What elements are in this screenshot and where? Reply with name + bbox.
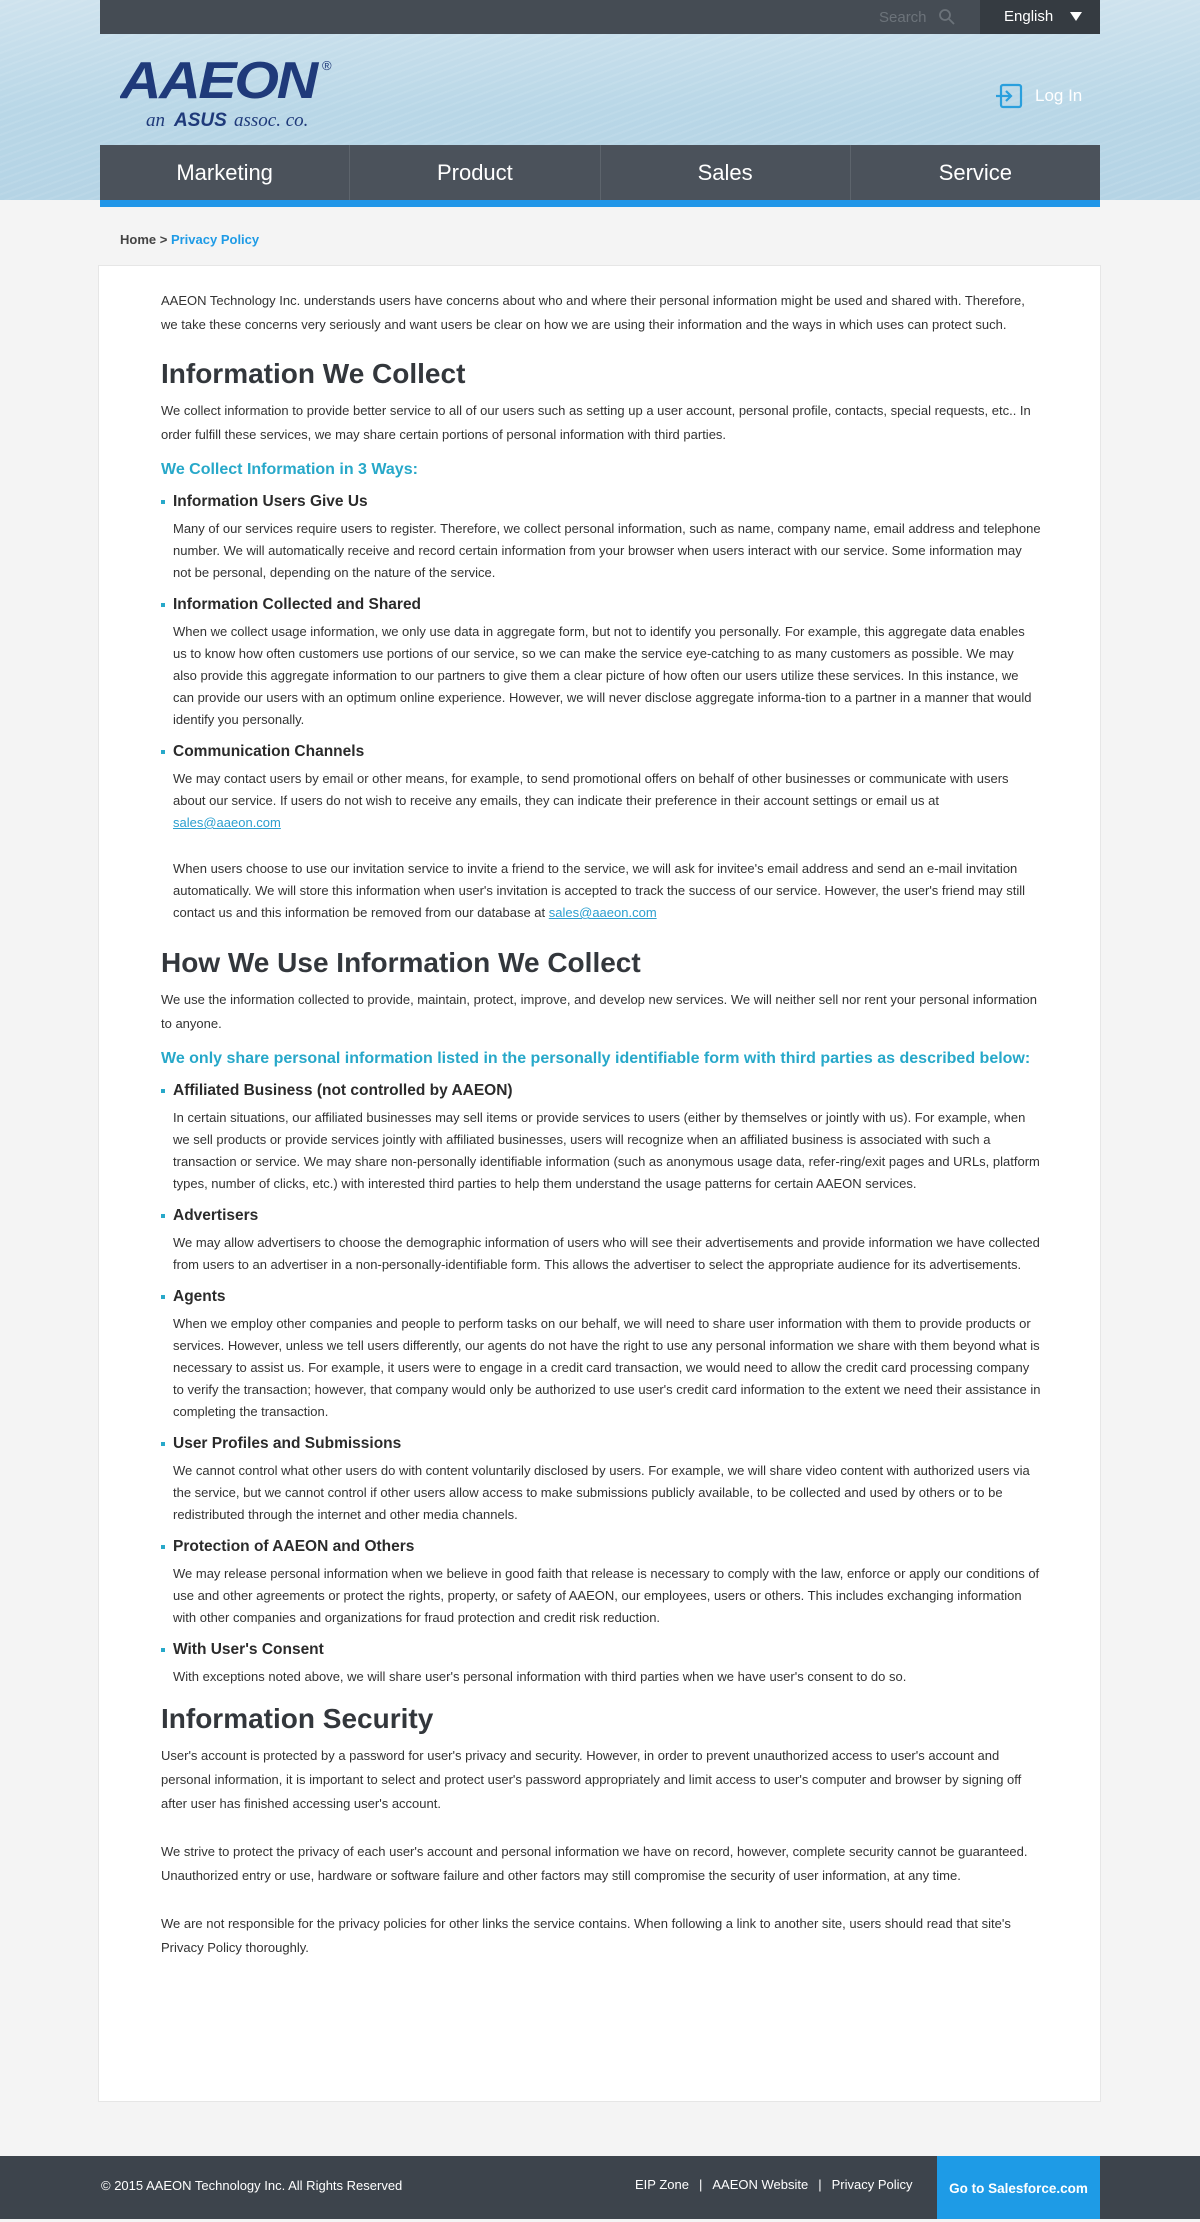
breadcrumb-home[interactable]: Home [120,232,156,247]
caret-down-icon [1070,12,1082,21]
search-icon[interactable] [938,8,956,26]
security-heading: Information Security [161,1703,434,1734]
invite-paragraph: When users choose to use our invitation … [161,858,1041,924]
footer-separator: | [818,2177,822,2192]
list-item-title: Agents [161,1286,1041,1308]
list-item-title: Information Collected and Shared [161,594,1041,616]
bullet [161,1545,165,1549]
nav-accent-bar [100,200,1100,207]
bullet [161,603,165,607]
footer-copyright: © 2015 AAEON Technology Inc. All Rights … [101,2178,403,2193]
communication-text: We may contact users by email or other m… [173,771,1009,808]
svg-text:ASUS: ASUS [173,110,227,131]
email-link[interactable]: sales@aaeon.com [173,815,281,830]
list-item-body: When we collect usage information, we on… [173,624,1032,727]
list-item-body: Many of our services require users to re… [173,521,1041,580]
nav-item-service[interactable]: Service [851,145,1100,200]
footer-separator: | [698,2177,703,2192]
logo[interactable]: AAEON ® an ASUS assoc. co. [118,52,340,136]
svg-text:®: ® [322,58,332,73]
list-item-title: With User's Consent [161,1639,1041,1661]
policy-content: AAEON Technology Inc. understands users … [161,289,1041,1960]
svg-text:an: an [146,110,165,131]
collect-heading: Information We Collect [161,358,466,389]
list-item-body: In certain situations, our affiliated bu… [173,1110,1040,1191]
footer-link-aaeon-website[interactable]: AAEON Website [712,2177,808,2192]
search-input[interactable]: Search [879,9,927,26]
login-icon [995,83,1023,109]
breadcrumb-separator: > [156,232,171,247]
list-item-title: Protection of AAEON and Others [161,1536,1041,1558]
bullet [161,1214,165,1218]
use-subheading: We only share personal information liste… [161,1050,1031,1067]
intro-paragraph: AAEON Technology Inc. understands users … [161,293,1025,332]
use-heading: How We Use Information We Collect [161,947,641,978]
salesforce-button[interactable]: Go to Salesforce.com [937,2156,1100,2219]
list-item-title: Advertisers [161,1205,1041,1227]
nav-item-product[interactable]: Product [350,145,601,200]
bullet [161,1442,165,1446]
footer-links: EIP Zone | AAEON Website | Privacy Polic… [635,2177,913,2192]
security-paragraph: We strive to protect the privacy of each… [161,1844,1028,1883]
bullet [161,750,165,754]
security-paragraph: We are not responsible for the privacy p… [161,1916,1011,1955]
list-item-body: We cannot control what other users do wi… [173,1463,1030,1522]
list-item-body: With exceptions noted above, we will sha… [173,1669,907,1684]
svg-text:AAEON: AAEON [120,56,320,110]
security-paragraph: User's account is protected by a passwor… [161,1748,1022,1811]
top-bar: Search English [100,0,1100,34]
list-item-body: We may allow advertisers to choose the d… [173,1235,1040,1272]
email-link[interactable]: sales@aaeon.com [549,905,657,920]
bullet [161,1648,165,1652]
footer-link-privacy-policy[interactable]: Privacy Policy [832,2177,913,2192]
use-paragraph: We use the information collected to prov… [161,992,1038,1031]
list-item-body: We may release personal information when… [173,1566,1040,1625]
breadcrumb-current[interactable]: Privacy Policy [171,232,259,247]
collect-subheading: We Collect Information in 3 Ways: [161,461,418,478]
breadcrumb: Home > Privacy Policy [120,232,259,247]
login-label: Log In [1035,86,1083,105]
bullet [161,500,165,504]
nav-item-sales[interactable]: Sales [601,145,851,200]
language-label: English [1004,8,1054,25]
footer-link-eip-zone[interactable]: EIP Zone [635,2177,689,2192]
list-item-body: When we employ other companies and peopl… [173,1316,1041,1419]
nav-item-marketing[interactable]: Marketing [100,145,351,200]
svg-text:assoc. co.: assoc. co. [234,110,308,131]
main-nav: Marketing Product Sales Service [100,145,1100,200]
bullet [161,1089,165,1093]
list-item-title: Information Users Give Us [161,491,1041,513]
list-item-title: Communication Channels [161,741,1041,763]
list-item-title: Affiliated Business (not controlled by A… [161,1080,1041,1102]
collect-paragraph: We collect information to provide better… [161,403,1031,442]
bullet [161,1295,165,1299]
footer: © 2015 AAEON Technology Inc. All Rights … [0,2156,1200,2219]
list-item-body: We may contact users by email or other m… [161,768,1041,834]
list-item-title: User Profiles and Submissions [161,1433,1041,1455]
language-selector[interactable]: English [980,0,1100,34]
search-box[interactable]: Search [100,0,980,34]
